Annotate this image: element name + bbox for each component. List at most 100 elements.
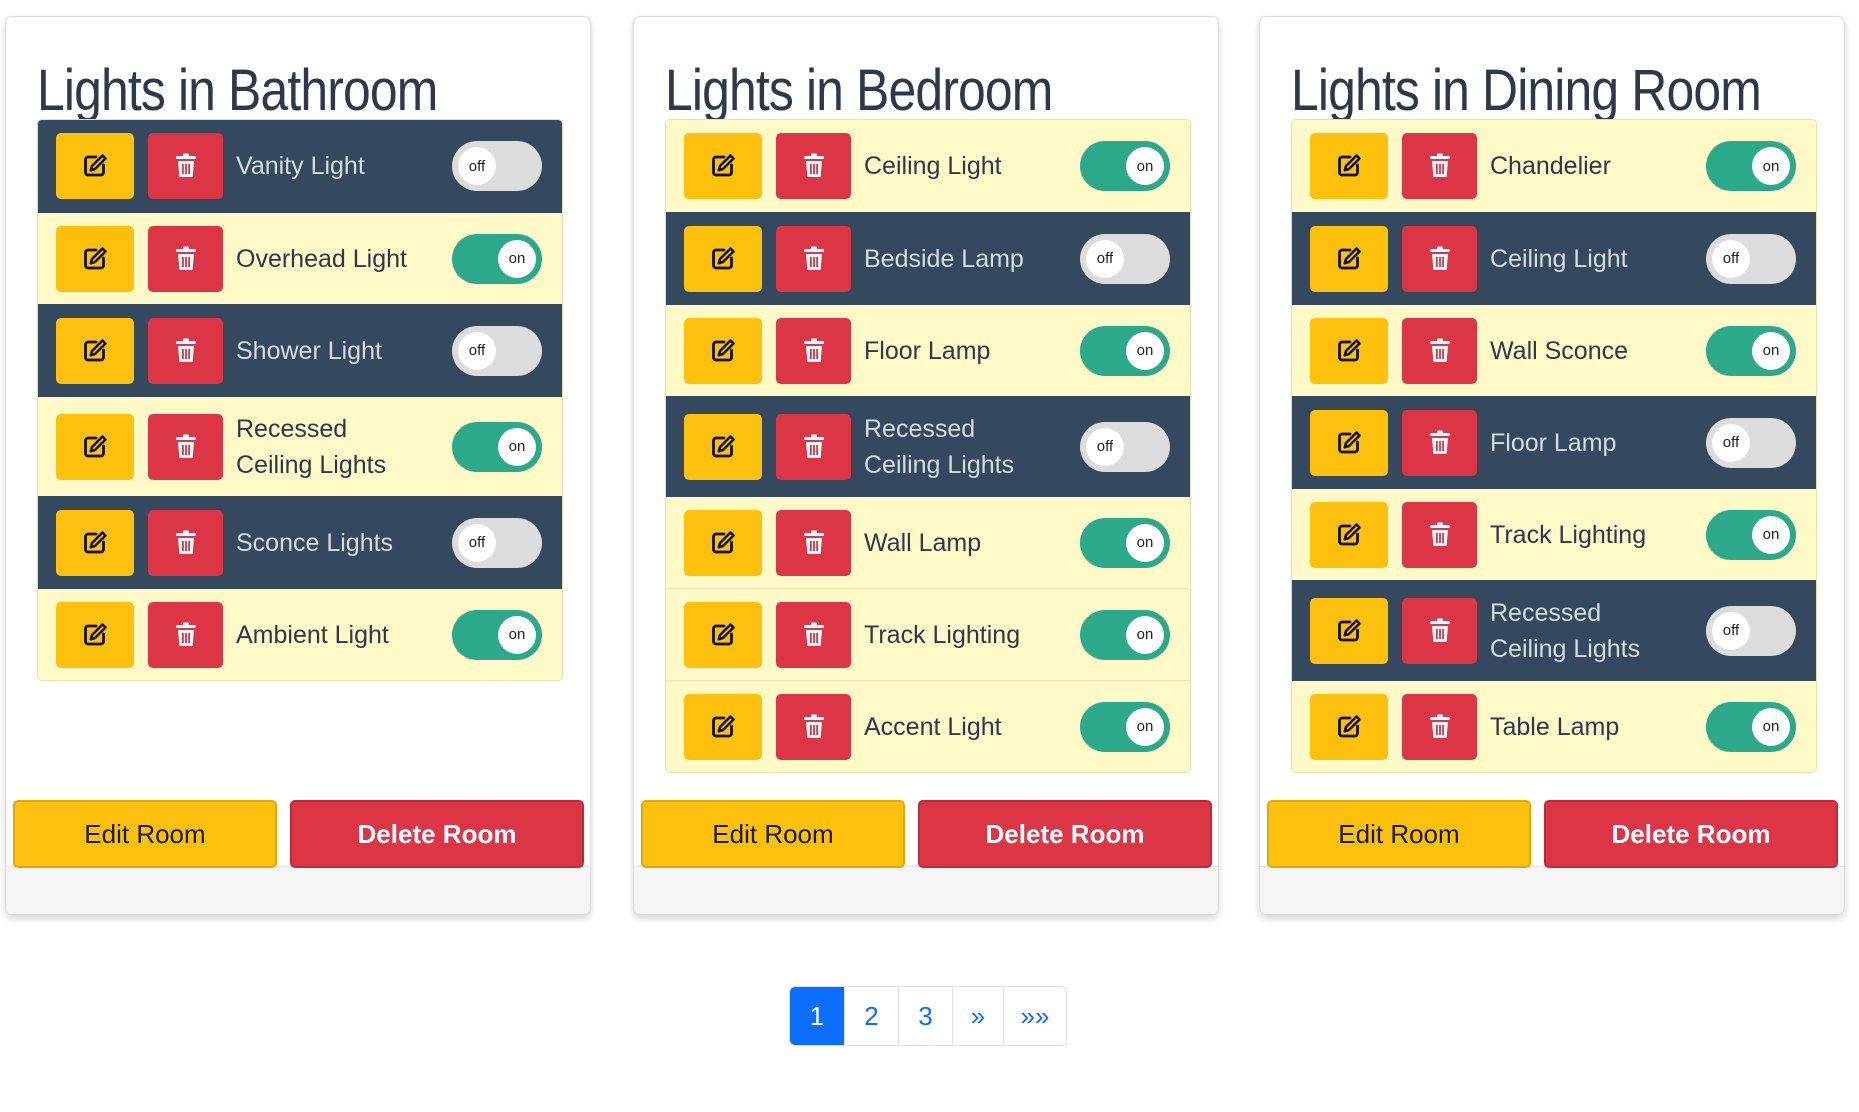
card-footer xyxy=(634,866,1218,914)
trash-icon xyxy=(1429,430,1451,456)
toggle-state-label: off xyxy=(1712,239,1750,278)
edit-room-button[interactable]: Edit Room xyxy=(641,800,905,868)
light-toggle[interactable]: on xyxy=(1080,325,1170,376)
delete-light-button[interactable] xyxy=(148,133,223,199)
last-page-link[interactable]: »» xyxy=(1003,987,1066,1045)
light-row: Track Lighting on xyxy=(666,588,1190,680)
light-toggle[interactable]: off xyxy=(452,141,542,191)
delete-light-button[interactable] xyxy=(776,693,851,760)
light-toggle[interactable]: off xyxy=(452,517,542,568)
light-toggle[interactable]: off xyxy=(1706,417,1796,468)
trash-icon xyxy=(803,714,825,740)
light-toggle[interactable]: on xyxy=(1080,517,1170,568)
room-title: Lights in Bedroom xyxy=(665,58,1053,123)
light-toggle[interactable]: off xyxy=(1706,605,1796,656)
delete-light-button[interactable] xyxy=(148,317,223,384)
edit-light-button[interactable] xyxy=(684,693,762,760)
edit-icon xyxy=(710,714,736,740)
light-row: Floor Lamp off xyxy=(1292,396,1816,488)
light-name: Vanity Light xyxy=(236,152,365,180)
edit-light-button[interactable] xyxy=(684,413,762,480)
delete-light-button[interactable] xyxy=(776,509,851,576)
next-page-link[interactable]: » xyxy=(952,987,1003,1045)
light-name: Recessed Ceiling Lights xyxy=(236,414,387,479)
edit-light-button[interactable] xyxy=(56,413,134,480)
edit-icon xyxy=(82,153,108,179)
delete-light-button[interactable] xyxy=(148,601,223,668)
pagination: 1 2 3»»» xyxy=(789,986,1067,1046)
light-toggle[interactable]: on xyxy=(1706,509,1796,560)
delete-light-button[interactable] xyxy=(1402,409,1477,476)
edit-icon xyxy=(710,338,736,364)
delete-light-button[interactable] xyxy=(776,413,851,480)
edit-light-button[interactable] xyxy=(56,317,134,384)
edit-light-button[interactable] xyxy=(684,133,762,199)
edit-light-button[interactable] xyxy=(56,509,134,576)
toggle-state-label: on xyxy=(1126,523,1164,562)
edit-light-button[interactable] xyxy=(1310,317,1388,384)
edit-icon xyxy=(82,246,108,272)
delete-room-button[interactable]: Delete Room xyxy=(290,800,584,868)
light-toggle[interactable]: on xyxy=(1706,701,1796,752)
delete-light-button[interactable] xyxy=(1402,133,1477,199)
edit-light-button[interactable] xyxy=(684,509,762,576)
delete-light-button[interactable] xyxy=(1402,597,1477,664)
delete-room-button[interactable]: Delete Room xyxy=(1544,800,1838,868)
trash-icon xyxy=(803,622,825,648)
delete-light-button[interactable] xyxy=(148,509,223,576)
light-toggle[interactable]: on xyxy=(452,421,542,472)
light-toggle[interactable]: on xyxy=(452,609,542,660)
delete-light-button[interactable] xyxy=(776,317,851,384)
delete-light-button[interactable] xyxy=(776,601,851,668)
delete-light-button[interactable] xyxy=(1402,225,1477,292)
edit-light-button[interactable] xyxy=(684,225,762,292)
light-toggle[interactable]: on xyxy=(1080,609,1170,660)
light-name: Track Lighting xyxy=(864,620,1021,649)
page-link-1[interactable]: 1 xyxy=(790,987,844,1045)
edit-light-button[interactable] xyxy=(1310,693,1388,760)
card-footer xyxy=(6,866,590,914)
delete-light-button[interactable] xyxy=(1402,501,1477,568)
light-toggle[interactable]: on xyxy=(452,233,542,284)
edit-light-button[interactable] xyxy=(56,601,134,668)
light-toggle[interactable]: on xyxy=(1706,325,1796,376)
edit-light-button[interactable] xyxy=(1310,133,1388,199)
light-list: Vanity Light off Overhead Light on Shower Li… xyxy=(37,119,563,681)
delete-light-button[interactable] xyxy=(776,133,851,199)
light-toggle[interactable]: off xyxy=(452,325,542,376)
light-toggle[interactable]: on xyxy=(1080,701,1170,752)
delete-light-button[interactable] xyxy=(1402,317,1477,384)
light-row: Accent Light on xyxy=(666,680,1190,772)
light-toggle[interactable]: off xyxy=(1080,421,1170,472)
light-name: Recessed Ceiling Lights xyxy=(864,414,1015,479)
delete-light-button[interactable] xyxy=(776,225,851,292)
light-row: Bedside Lamp off xyxy=(666,212,1190,304)
trash-icon xyxy=(803,434,825,460)
light-row: Chandelier on xyxy=(1292,120,1816,212)
room-card: Lights in Bedroom Ceiling Light on Bedside … xyxy=(633,16,1219,915)
edit-room-button[interactable]: Edit Room xyxy=(13,800,277,868)
edit-light-button[interactable] xyxy=(1310,501,1388,568)
edit-light-button[interactable] xyxy=(56,225,134,292)
page-link-2[interactable]: 2 xyxy=(844,987,898,1045)
edit-light-button[interactable] xyxy=(56,133,134,199)
edit-light-button[interactable] xyxy=(684,317,762,384)
delete-room-button[interactable]: Delete Room xyxy=(918,800,1212,868)
light-name: Accent Light xyxy=(864,712,1002,741)
light-toggle[interactable]: off xyxy=(1706,233,1796,284)
light-toggle[interactable]: on xyxy=(1080,141,1170,191)
delete-light-button[interactable] xyxy=(1402,693,1477,760)
edit-light-button[interactable] xyxy=(1310,409,1388,476)
page-link-3[interactable]: 3 xyxy=(898,987,952,1045)
edit-room-button[interactable]: Edit Room xyxy=(1267,800,1531,868)
light-toggle[interactable]: off xyxy=(1080,233,1170,284)
light-list: Ceiling Light on Bedside Lamp off Floor Lamp… xyxy=(665,119,1191,773)
light-toggle[interactable]: on xyxy=(1706,141,1796,191)
delete-light-button[interactable] xyxy=(148,225,223,292)
delete-light-button[interactable] xyxy=(148,413,223,480)
edit-light-button[interactable] xyxy=(684,601,762,668)
light-row: Overhead Light on xyxy=(38,212,562,304)
trash-icon xyxy=(175,622,197,648)
edit-light-button[interactable] xyxy=(1310,225,1388,292)
edit-light-button[interactable] xyxy=(1310,597,1388,664)
